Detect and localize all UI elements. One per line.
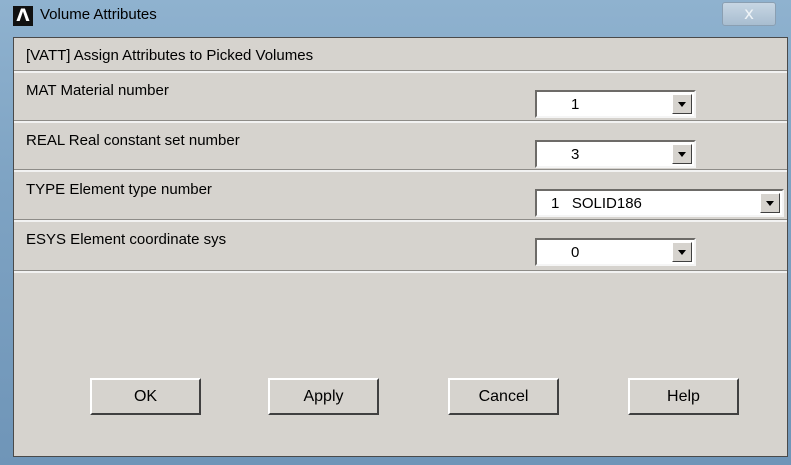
header-row: [VATT] Assign Attributes to Picked Volum… <box>14 38 787 73</box>
real-dropdown[interactable]: 3 <box>535 140 696 168</box>
chevron-down-icon[interactable] <box>672 144 692 164</box>
chevron-down-icon[interactable] <box>760 193 780 213</box>
window-title: Volume Attributes <box>40 6 157 23</box>
field-row-real: REAL Real constant set number 3 <box>14 123 787 172</box>
real-dropdown-value: 3 <box>571 146 580 163</box>
esys-dropdown-value: 0 <box>571 244 580 261</box>
mat-label: MAT Material number <box>26 82 169 99</box>
type-label: TYPE Element type number <box>26 181 212 198</box>
title-bar[interactable]: Λ Volume Attributes x <box>0 0 791 32</box>
field-row-esys: ESYS Element coordinate sys 0 <box>14 222 787 273</box>
dialog-body: [VATT] Assign Attributes to Picked Volum… <box>13 37 788 457</box>
type-dropdown-value: 1 SOLID186 <box>551 195 642 212</box>
help-button[interactable]: Help <box>628 378 739 415</box>
mat-dropdown-value: 1 <box>571 96 580 113</box>
ok-button[interactable]: OK <box>90 378 201 415</box>
chevron-down-icon[interactable] <box>672 242 692 262</box>
dialog-command-header: [VATT] Assign Attributes to Picked Volum… <box>26 47 314 64</box>
esys-label: ESYS Element coordinate sys <box>26 231 227 248</box>
chevron-down-icon[interactable] <box>672 94 692 114</box>
ansys-logo-icon: Λ <box>13 6 33 26</box>
cancel-button[interactable]: Cancel <box>448 378 559 415</box>
type-dropdown[interactable]: 1 SOLID186 <box>535 189 784 217</box>
field-row-mat: MAT Material number 1 <box>14 73 787 123</box>
esys-dropdown[interactable]: 0 <box>535 238 696 266</box>
mat-dropdown[interactable]: 1 <box>535 90 696 118</box>
apply-button[interactable]: Apply <box>268 378 379 415</box>
real-label: REAL Real constant set number <box>26 132 240 149</box>
volume-attributes-dialog: Λ Volume Attributes x [VATT] Assign Attr… <box>0 0 791 465</box>
close-button[interactable]: x <box>722 2 776 26</box>
field-row-type: TYPE Element type number 1 SOLID186 <box>14 172 787 222</box>
